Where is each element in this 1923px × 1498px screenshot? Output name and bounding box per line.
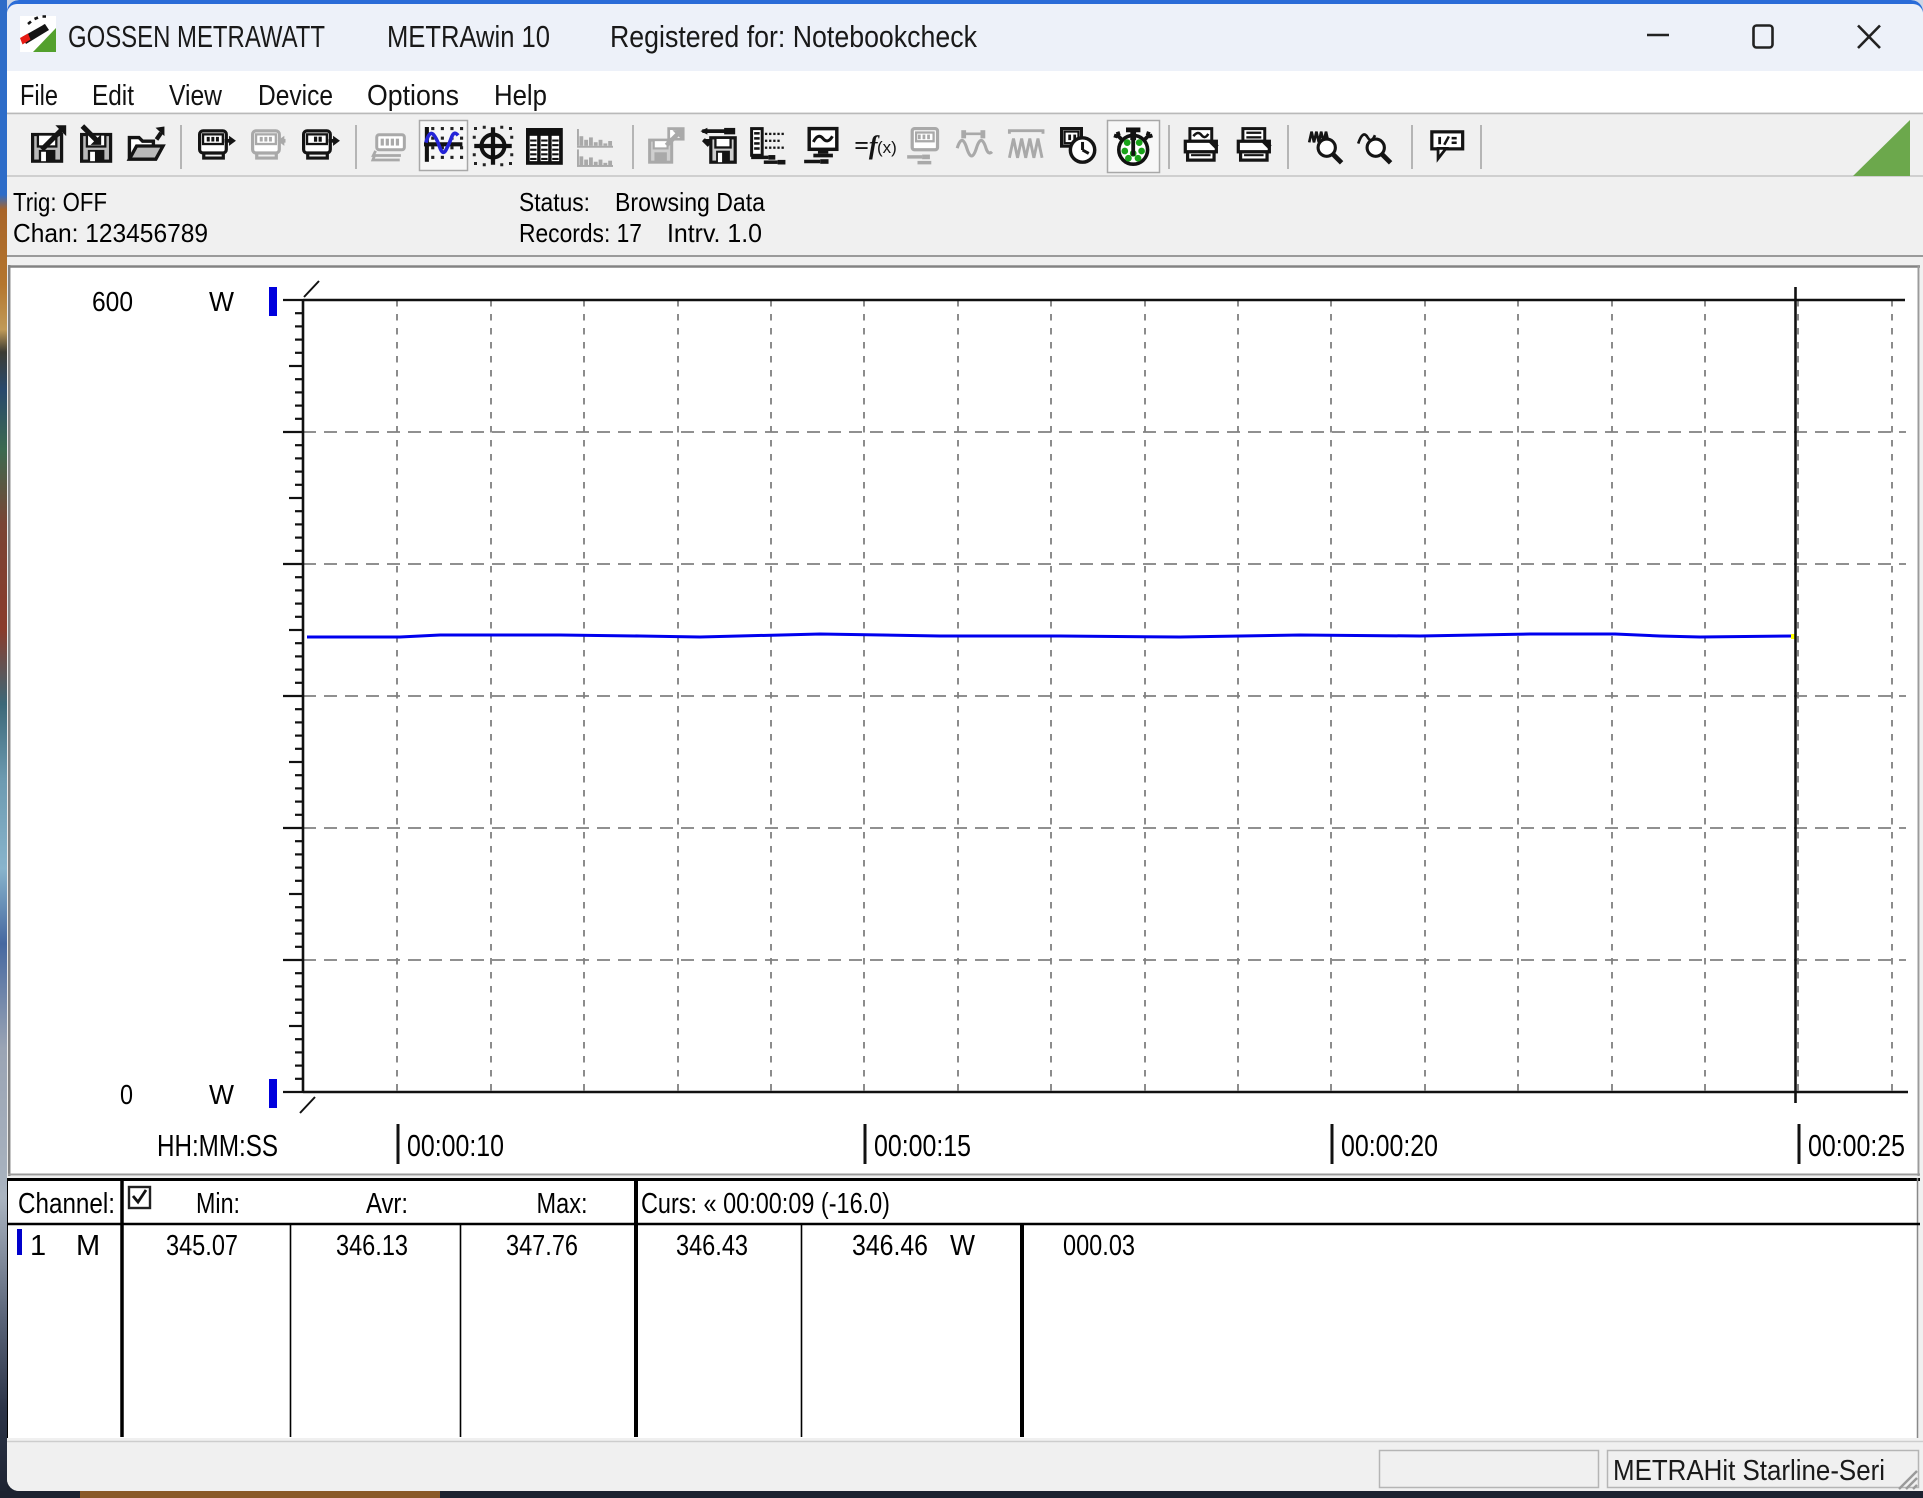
svg-text:M: M bbox=[76, 1230, 100, 1262]
svg-text:000.03: 000.03 bbox=[1063, 1230, 1135, 1262]
svg-text:346.43: 346.43 bbox=[676, 1230, 748, 1262]
svg-text:Chan: 123456789: Chan: 123456789 bbox=[13, 218, 208, 248]
svg-text:Status:: Status: bbox=[519, 187, 590, 217]
svg-text:Options: Options bbox=[367, 80, 459, 112]
svg-text:346.46: 346.46 bbox=[852, 1230, 928, 1262]
svg-text:GOSSEN METRAWATT: GOSSEN METRAWATT bbox=[68, 19, 325, 54]
svg-text:METRAwin 10: METRAwin 10 bbox=[387, 19, 550, 54]
svg-text:Help: Help bbox=[494, 80, 547, 112]
svg-text:W: W bbox=[209, 1079, 235, 1110]
svg-text:0: 0 bbox=[120, 1079, 133, 1110]
svg-text:1: 1 bbox=[30, 1230, 46, 1262]
svg-text:HH:MM:SS: HH:MM:SS bbox=[157, 1128, 278, 1163]
svg-text:00:00:10: 00:00:10 bbox=[407, 1128, 504, 1163]
svg-text:Avr:: Avr: bbox=[366, 1188, 408, 1220]
svg-text:Records: 17: Records: 17 bbox=[519, 218, 642, 248]
svg-text:00:00:15: 00:00:15 bbox=[874, 1128, 971, 1163]
svg-text:347.76: 347.76 bbox=[506, 1230, 578, 1262]
svg-text:Intrv. 1.0: Intrv. 1.0 bbox=[667, 218, 762, 248]
svg-text:Min:: Min: bbox=[196, 1188, 240, 1220]
svg-text:View: View bbox=[169, 80, 223, 112]
svg-text:Max:: Max: bbox=[537, 1188, 588, 1220]
svg-text:Curs: « 00:00:09 (-16.0): Curs: « 00:00:09 (-16.0) bbox=[641, 1188, 890, 1220]
svg-text:METRAHit Starline-Seri: METRAHit Starline-Seri bbox=[1613, 1455, 1885, 1487]
svg-text:345.07: 345.07 bbox=[166, 1230, 238, 1262]
svg-text:(x): (x) bbox=[877, 138, 897, 157]
svg-text:W: W bbox=[950, 1230, 976, 1262]
svg-text:00:00:20: 00:00:20 bbox=[1341, 1128, 1438, 1163]
svg-text:00:00:25: 00:00:25 bbox=[1808, 1128, 1905, 1163]
svg-text:Browsing Data: Browsing Data bbox=[615, 187, 765, 217]
svg-text:=f: =f bbox=[854, 131, 880, 160]
svg-text:Device: Device bbox=[258, 80, 333, 112]
svg-text:W: W bbox=[209, 286, 235, 317]
svg-text:Trig: OFF: Trig: OFF bbox=[13, 187, 107, 217]
svg-text:Edit: Edit bbox=[92, 80, 134, 112]
svg-text:Channel:: Channel: bbox=[18, 1188, 115, 1220]
svg-text:600: 600 bbox=[92, 286, 133, 317]
svg-text:346.13: 346.13 bbox=[336, 1230, 408, 1262]
svg-text:File: File bbox=[20, 80, 58, 112]
svg-text:Registered for: Notebookcheck: Registered for: Notebookcheck bbox=[610, 19, 977, 54]
